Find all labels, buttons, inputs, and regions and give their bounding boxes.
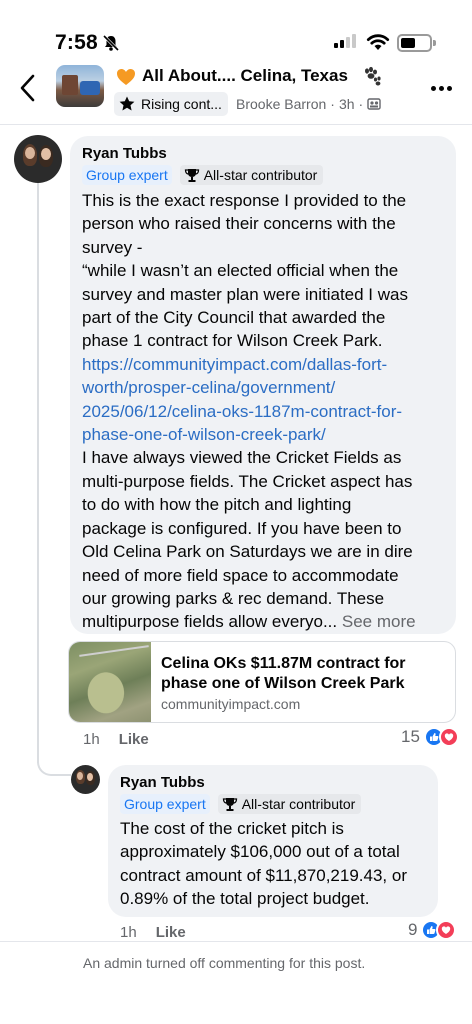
- comment-text-line: I have always viewed the Cricket Fields …: [82, 448, 402, 468]
- comment-text-line: package is configured. If you have been …: [82, 518, 402, 538]
- love-reaction-icon: [436, 920, 457, 940]
- comment-text: This is the exact response I provided to…: [82, 189, 452, 634]
- reply-reaction-count: 9: [408, 920, 418, 939]
- link-title-line-2: phase one of Wilson Creek Park: [161, 675, 405, 692]
- reply-text: The cost of the cricket pitch is approxi…: [120, 817, 436, 911]
- comment-text-line: need of more field space to accommodate: [82, 565, 399, 585]
- reply-line: 0.89% of the total project budget.: [120, 889, 370, 909]
- reply-avatar[interactable]: [71, 765, 100, 794]
- comment-text-line: part of the City Council that awarded th…: [82, 308, 386, 328]
- wifi-icon: [366, 34, 390, 50]
- reply-time[interactable]: 1h: [120, 924, 137, 941]
- paw-prints-icon: [365, 66, 381, 86]
- rising-badge-label: Rising cont...: [141, 96, 222, 112]
- reply-line: The cost of the cricket pitch is: [120, 819, 344, 838]
- thread-connector: [37, 740, 71, 776]
- all-star-label: All-star contributor: [203, 167, 318, 183]
- post-header: All About.... Celina, Texas Rising cont.…: [0, 60, 472, 122]
- comment-author[interactable]: Ryan Tubbs: [82, 145, 323, 162]
- comment-bubble: Ryan Tubbs Group expert All-star contrib…: [70, 136, 456, 634]
- group-name[interactable]: All About.... Celina, Texas: [142, 66, 348, 86]
- group-expert-badge: Group expert: [120, 794, 210, 814]
- all-star-badge: All-star contributor: [217, 794, 362, 814]
- comment-text-line: survey -: [82, 237, 143, 257]
- love-reaction-icon: [438, 727, 459, 747]
- back-chevron-icon[interactable]: [14, 72, 42, 104]
- meta-separator: ·: [330, 96, 335, 112]
- all-star-label: All-star contributor: [241, 796, 356, 812]
- rising-contributor-badge: Rising cont...: [114, 92, 228, 116]
- link-thumbnail: [69, 642, 151, 722]
- comment-text-line: to do with how the pitch and lighting: [82, 495, 352, 515]
- link-preview-card[interactable]: Celina OKs $11.87M contract for phase on…: [68, 641, 456, 723]
- reply-line: approximately $106,000 out of a total: [120, 842, 400, 862]
- commenting-disabled-notice: An admin turned off commenting for this …: [0, 941, 472, 1024]
- comment-last-line: multipurpose fields allow everyo...: [82, 612, 338, 632]
- reply-line: contract amount of $11,870,219.43, or: [120, 865, 407, 885]
- comment-link-line[interactable]: phase-one-of-wilson-creek-park/: [82, 423, 452, 446]
- group-avatar[interactable]: [56, 65, 104, 107]
- comment-time[interactable]: 1h: [83, 731, 100, 748]
- reply-like-button[interactable]: Like: [156, 924, 186, 941]
- comment-link-line[interactable]: 2025/06/12/celina-oks-1187m-contract-for…: [82, 400, 452, 423]
- trophy-icon: [222, 798, 237, 811]
- thread-line: [37, 183, 39, 763]
- poster-name[interactable]: Brooke Barron: [236, 96, 326, 112]
- comment-text-line: survey and master plan were initiated I …: [82, 284, 408, 304]
- battery-icon: [397, 34, 436, 52]
- group-privacy-icon: [367, 98, 381, 110]
- status-bar: 7:58: [0, 0, 472, 60]
- star-icon: [119, 96, 135, 111]
- comment-text-line: phase 1 contract for Wilson Creek Park.: [82, 331, 383, 351]
- all-star-badge: All-star contributor: [179, 165, 324, 185]
- comment-text-line: This is the exact response I provided to…: [82, 191, 407, 210]
- author-badges: Group expert All-star contributor: [82, 165, 324, 185]
- group-expert-badge: Group expert: [82, 165, 172, 185]
- trophy-icon: [184, 169, 199, 182]
- link-title-line-1: Celina OKs $11.87M contract for: [161, 655, 406, 672]
- status-time: 7:58: [55, 31, 98, 54]
- reply-bubble: Ryan Tubbs Group expert All-star contrib…: [108, 765, 438, 917]
- comment-text-line: Old Celina Park on Saturdays we are in d…: [82, 542, 413, 562]
- comment-text-line: “while I wasn’t an elected official when…: [82, 261, 399, 281]
- orange-heart-icon: [117, 69, 135, 85]
- reply-author-badges: Group expert All-star contributor: [120, 794, 362, 814]
- comment-actions: 1h Like: [83, 731, 149, 748]
- comment-text-line: multi-purpose fields. The Cricket aspect…: [82, 471, 413, 491]
- more-dots-icon[interactable]: [431, 86, 452, 91]
- bell-slash-icon: [102, 34, 120, 52]
- reply-reaction-summary[interactable]: 9: [408, 920, 457, 940]
- avatar[interactable]: [14, 135, 62, 183]
- signal-icon: [334, 34, 356, 48]
- post-age[interactable]: 3h: [339, 96, 355, 112]
- like-button[interactable]: Like: [119, 731, 149, 748]
- reply-author[interactable]: Ryan Tubbs: [120, 774, 361, 791]
- link-title[interactable]: Celina OKs $11.87M contract for phase on…: [161, 654, 451, 694]
- post-meta: Brooke Barron · 3h ·: [236, 96, 381, 112]
- link-domain: communityimpact.com: [161, 696, 301, 712]
- see-more-link[interactable]: See more: [342, 612, 416, 631]
- comment-link-line[interactable]: worth/prosper-celina/government/: [82, 376, 452, 399]
- reaction-count: 15: [401, 727, 420, 746]
- meta-separator-2: ·: [358, 96, 364, 112]
- header-divider: [0, 124, 472, 125]
- reaction-summary[interactable]: 15: [401, 727, 459, 747]
- comment-text-line: person who raised their concerns with th…: [82, 214, 396, 234]
- comment-text-line: our growing parks & rec demand. These: [82, 588, 385, 608]
- comment-link-line[interactable]: https://communityimpact.com/dallas-fort-: [82, 353, 452, 376]
- reply-actions: 1h Like: [120, 924, 186, 941]
- commenting-disabled-text: An admin turned off commenting for this …: [83, 955, 366, 971]
